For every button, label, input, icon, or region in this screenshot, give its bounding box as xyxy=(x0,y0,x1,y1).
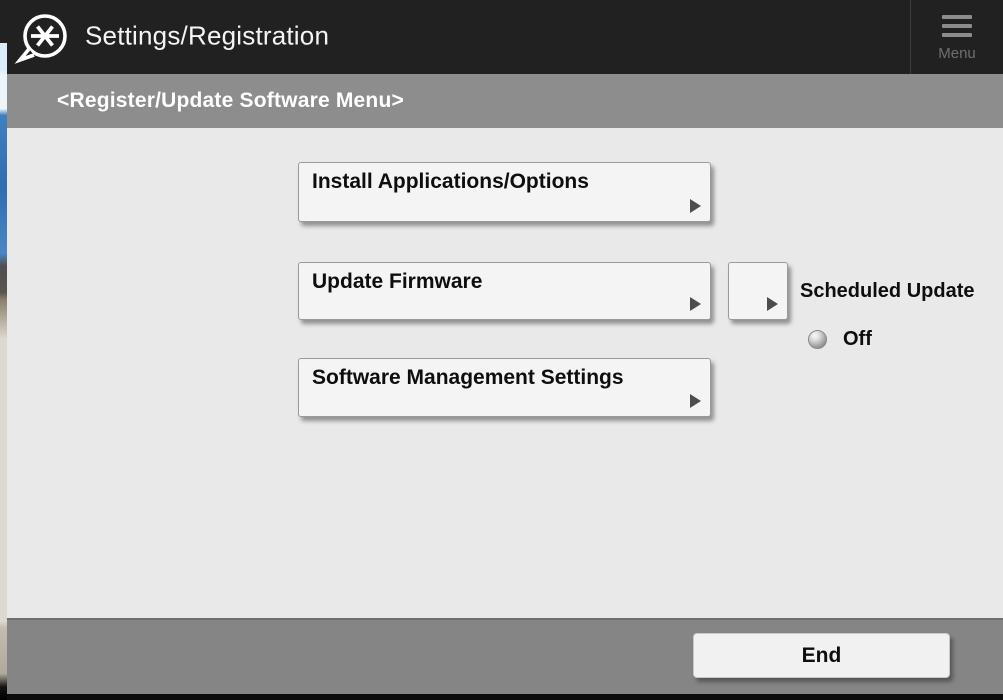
button-label: Install Applications/Options xyxy=(312,170,589,194)
update-firmware-button[interactable]: Update Firmware xyxy=(298,262,711,320)
breadcrumb-bar: <Register/Update Software Menu> xyxy=(0,74,1003,128)
button-label: Update Firmware xyxy=(312,270,482,294)
settings-registration-icon xyxy=(14,9,72,67)
menu-button-label: Menu xyxy=(938,45,976,62)
bottom-black-strip xyxy=(0,694,1003,700)
scheduled-update-button[interactable] xyxy=(728,262,788,320)
arrow-right-icon xyxy=(690,297,701,311)
software-management-settings-button[interactable]: Software Management Settings xyxy=(298,358,711,417)
end-button[interactable]: End xyxy=(693,633,950,678)
scheduled-update-status-row: Off xyxy=(808,328,872,351)
menu-button[interactable]: Menu xyxy=(910,0,1003,74)
status-orb-icon xyxy=(808,330,827,349)
arrow-right-icon xyxy=(767,297,778,311)
header-bar: Settings/Registration Menu xyxy=(0,0,1003,74)
page-title: Settings/Registration xyxy=(85,20,329,51)
scheduled-update-label: Scheduled Update xyxy=(800,280,974,303)
arrow-right-icon xyxy=(690,199,701,213)
hamburger-icon xyxy=(942,15,972,37)
desktop-edge-artifact xyxy=(0,43,7,700)
breadcrumb: <Register/Update Software Menu> xyxy=(57,89,404,113)
device-screen: Settings/Registration Menu <Register/Upd… xyxy=(0,0,1003,700)
install-applications-options-button[interactable]: Install Applications/Options xyxy=(298,162,711,222)
scheduled-update-status: Off xyxy=(843,328,872,351)
button-label: Software Management Settings xyxy=(312,366,624,390)
arrow-right-icon xyxy=(690,394,701,408)
